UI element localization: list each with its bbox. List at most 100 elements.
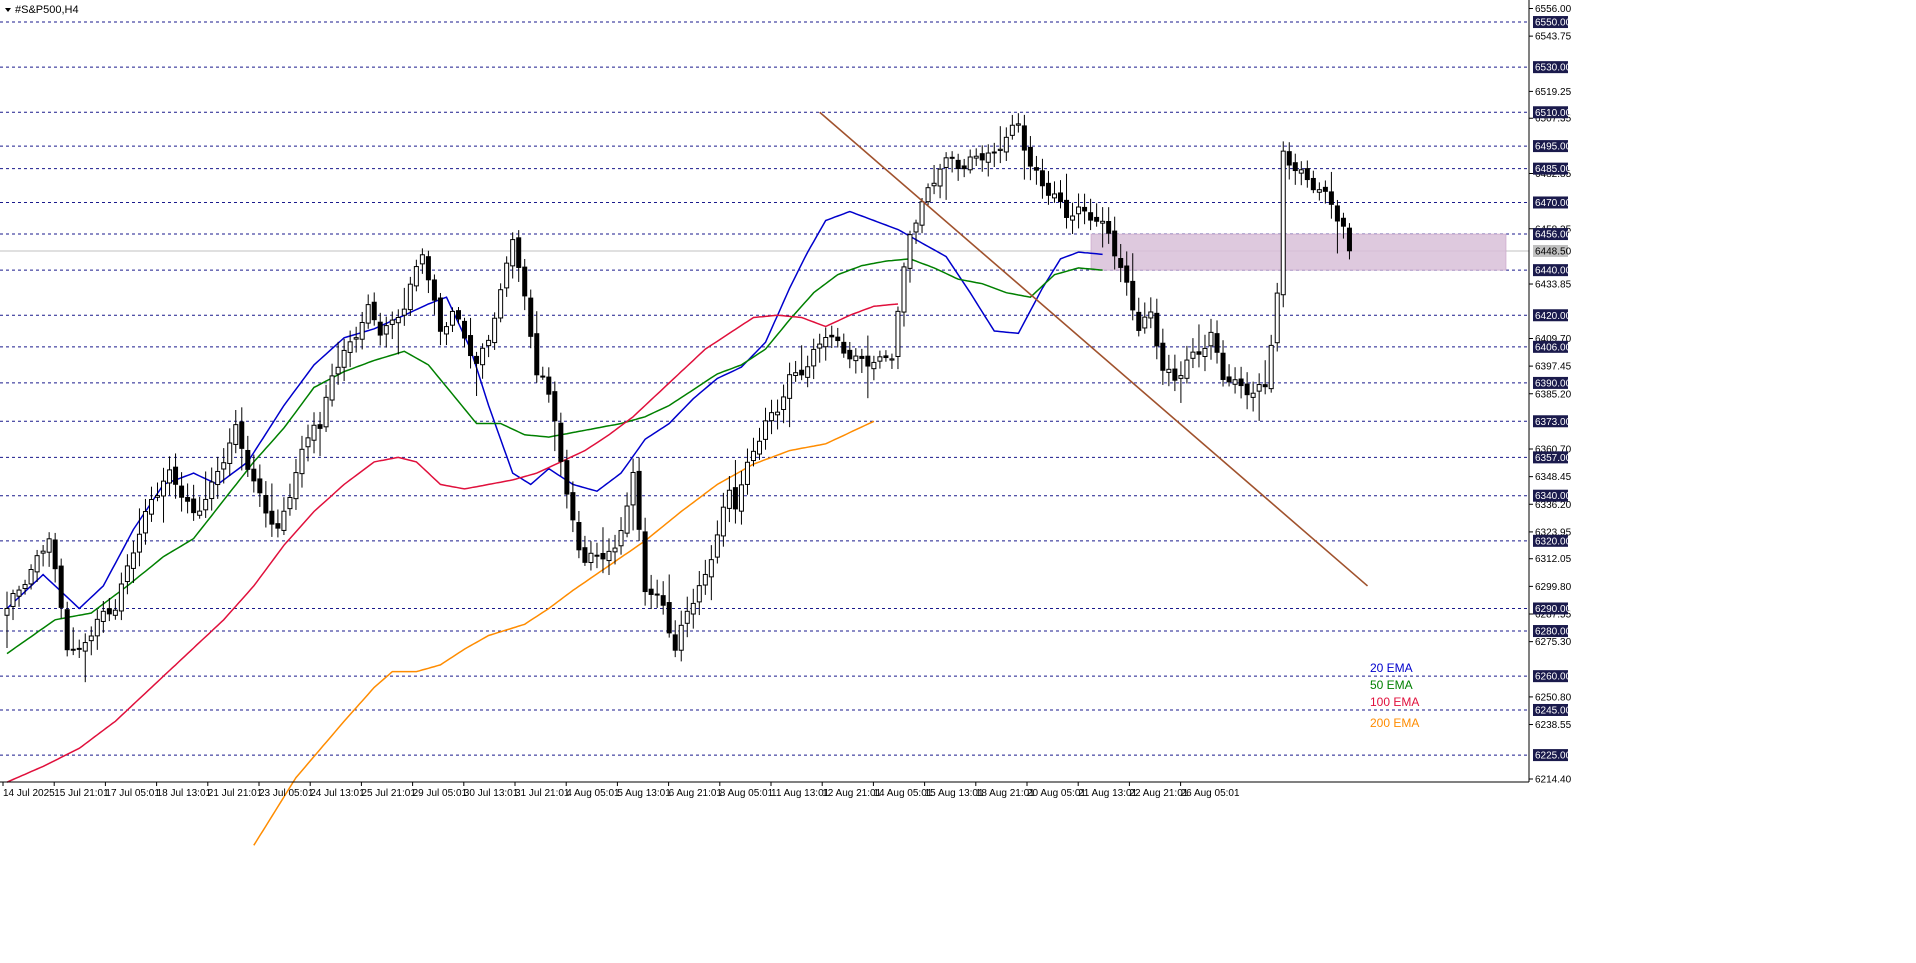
candle-body-149 bbox=[901, 266, 907, 313]
candle-body-63 bbox=[383, 325, 389, 335]
support-zone bbox=[1090, 233, 1507, 271]
level-label-17: 6260.00 bbox=[1535, 672, 1572, 683]
candle-body-79 bbox=[480, 347, 486, 366]
candle-body-111 bbox=[672, 634, 678, 651]
candle-body-108 bbox=[654, 593, 660, 596]
candle-body-135 bbox=[817, 343, 823, 349]
current-price-label: 6448.50 bbox=[1535, 246, 1572, 257]
candle-body-204 bbox=[1232, 379, 1238, 385]
candle-body-100 bbox=[606, 550, 612, 562]
candle-body-22 bbox=[136, 533, 142, 553]
y-tick-label-6: 6433.85 bbox=[1535, 280, 1572, 291]
candle-body-150 bbox=[907, 234, 913, 269]
candle-body-67 bbox=[407, 283, 413, 311]
candle-body-72 bbox=[437, 297, 443, 332]
candle-body-223 bbox=[1346, 227, 1352, 252]
candle-body-1 bbox=[10, 593, 16, 607]
candle-body-222 bbox=[1340, 217, 1346, 227]
candle-body-45 bbox=[275, 523, 281, 529]
candle-body-25 bbox=[155, 495, 160, 498]
candle-body-212 bbox=[1280, 150, 1286, 296]
candle-body-176 bbox=[1064, 199, 1070, 218]
candle-body-187 bbox=[1130, 280, 1136, 311]
y-tick-label-18: 6250.80 bbox=[1535, 692, 1572, 703]
candle-body-118 bbox=[714, 534, 720, 558]
candle-body-213 bbox=[1286, 151, 1292, 166]
candle-body-71 bbox=[431, 279, 437, 301]
candle-body-10 bbox=[64, 609, 70, 651]
candle-body-55 bbox=[335, 366, 341, 375]
level-label-4: 6485.00 bbox=[1535, 164, 1572, 175]
candle-body-215 bbox=[1298, 169, 1304, 174]
candle-body-142 bbox=[859, 355, 865, 359]
candle-body-169 bbox=[1021, 125, 1027, 151]
candle-body-208 bbox=[1256, 384, 1262, 392]
candle-body-57 bbox=[347, 341, 353, 353]
candle-body-171 bbox=[1033, 167, 1039, 171]
candle-body-102 bbox=[618, 530, 624, 547]
candle-body-68 bbox=[413, 266, 419, 287]
candle-body-200 bbox=[1208, 331, 1214, 347]
level-label-6: 6456.00 bbox=[1535, 230, 1572, 241]
candle-body-138 bbox=[835, 336, 841, 342]
candle-body-185 bbox=[1118, 258, 1124, 268]
candle-body-43 bbox=[263, 494, 269, 514]
candle-body-199 bbox=[1202, 347, 1208, 357]
candle-body-117 bbox=[708, 559, 714, 578]
candle-body-130 bbox=[787, 374, 793, 399]
candle-body-109 bbox=[660, 595, 666, 606]
candle-body-18 bbox=[112, 609, 118, 616]
x-tick-label-15: 11 Aug 13:01 bbox=[771, 788, 830, 799]
candle-body-175 bbox=[1058, 192, 1063, 203]
candle-body-151 bbox=[913, 222, 919, 233]
candle-body-28 bbox=[173, 466, 179, 485]
legend: 20 EMA 50 EMA 100 EMA 200 EMA bbox=[1370, 661, 1419, 730]
y-tick-label-2: 6519.25 bbox=[1535, 87, 1572, 98]
y-tick-label-1: 6543.75 bbox=[1535, 32, 1572, 43]
level-label-7: 6440.00 bbox=[1535, 266, 1572, 277]
candle-body-140 bbox=[847, 349, 853, 360]
candle-body-207 bbox=[1250, 392, 1256, 398]
candle-body-90 bbox=[546, 376, 552, 395]
candle-body-93 bbox=[564, 460, 570, 495]
price-chart[interactable]: 6556.006543.756519.256507.356482.856458.… bbox=[0, 0, 1916, 963]
chart-title-text: #S&P500,H4 bbox=[15, 4, 79, 16]
y-tick-label-15: 6299.80 bbox=[1535, 582, 1572, 593]
candle-body-49 bbox=[299, 448, 305, 475]
candle-body-95 bbox=[576, 522, 582, 551]
legend-item-1: 50 EMA bbox=[1370, 678, 1413, 692]
x-tick-label-23: 26 Aug 05:01 bbox=[1181, 788, 1240, 799]
candle-body-50 bbox=[305, 437, 311, 448]
y-tick-label-19: 6238.55 bbox=[1535, 720, 1572, 731]
x-tick-label-4: 21 Jul 21:01 bbox=[208, 788, 263, 799]
candle-body-53 bbox=[323, 396, 329, 428]
candle-body-184 bbox=[1112, 230, 1118, 257]
candle-body-156 bbox=[943, 157, 949, 168]
candle-body-141 bbox=[853, 355, 859, 362]
candle-body-62 bbox=[377, 321, 383, 336]
candle-body-107 bbox=[648, 588, 654, 595]
candle-body-39 bbox=[239, 421, 245, 449]
x-tick-label-10: 31 Jul 21:01 bbox=[515, 788, 570, 799]
candle-body-205 bbox=[1238, 378, 1244, 387]
candle-body-37 bbox=[227, 442, 233, 464]
candle-body-136 bbox=[823, 336, 829, 348]
candle-body-30 bbox=[185, 497, 191, 502]
candle-body-112 bbox=[678, 624, 684, 651]
candle-body-202 bbox=[1220, 352, 1226, 380]
y-tick-label-0: 6556.00 bbox=[1535, 4, 1572, 15]
candle-body-113 bbox=[684, 610, 690, 624]
candle-body-16 bbox=[100, 610, 106, 622]
level-label-2: 6510.00 bbox=[1535, 108, 1572, 119]
candle-body-27 bbox=[167, 469, 173, 484]
candle-body-12 bbox=[76, 647, 82, 650]
candle-body-64 bbox=[389, 319, 395, 325]
x-tick-label-0: 14 Jul 2025 bbox=[3, 788, 55, 799]
candle-body-126 bbox=[763, 420, 769, 440]
candle-body-159 bbox=[961, 165, 967, 170]
candle-body-82 bbox=[498, 289, 504, 319]
candle-body-197 bbox=[1190, 351, 1196, 359]
legend-item-0: 20 EMA bbox=[1370, 661, 1413, 675]
candle-body-144 bbox=[871, 361, 877, 370]
level-label-3: 6495.00 bbox=[1535, 142, 1572, 153]
